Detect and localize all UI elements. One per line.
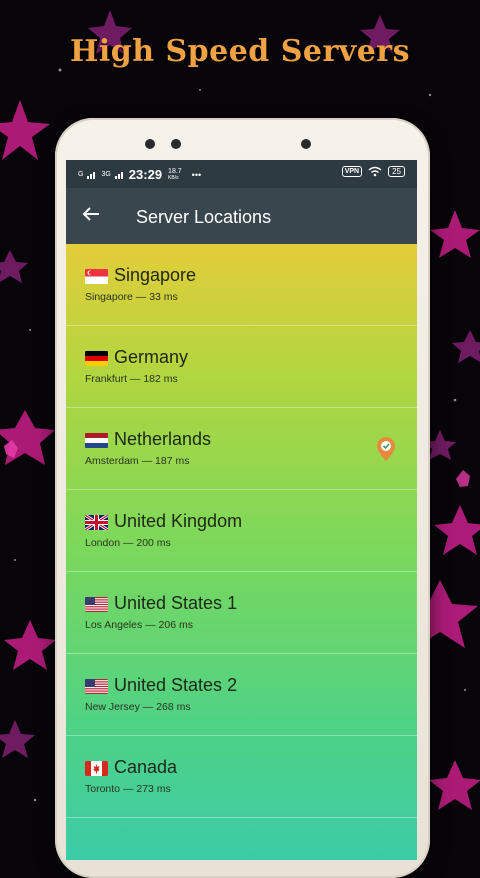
server-subtitle: London — 200 ms xyxy=(85,537,171,549)
server-subtitle: Toronto — 273 ms xyxy=(85,783,171,795)
server-item-united-states-2[interactable]: United States 2 New Jersey — 268 ms xyxy=(66,654,417,736)
us-flag-icon xyxy=(85,679,108,694)
signal-bars-icon xyxy=(114,172,123,179)
server-country: Singapore xyxy=(114,265,197,285)
server-list: Singapore Singapore — 33 ms Germany Fran… xyxy=(66,244,417,860)
page-title: Server Locations xyxy=(136,207,272,227)
net-speed-unit: KB/s xyxy=(168,174,179,181)
clock: 23:29 xyxy=(128,167,163,182)
singapore-flag-icon xyxy=(85,269,108,284)
app-bar: Server Locations xyxy=(66,188,417,244)
server-country: Canada xyxy=(114,757,178,777)
net-speed-value: 18.7 xyxy=(168,167,182,175)
server-item-united-states-1[interactable]: United States 1 Los Angeles — 206 ms xyxy=(66,572,417,654)
vpn-status-badge: VPN xyxy=(341,166,363,177)
uk-flag-icon xyxy=(85,515,108,530)
server-country: United States 1 xyxy=(114,593,238,613)
connected-location-pin-icon xyxy=(377,437,395,461)
signal-2-label: 3G xyxy=(101,171,111,178)
arrow-left-icon[interactable] xyxy=(82,202,100,228)
server-subtitle: New Jersey — 268 ms xyxy=(85,701,191,713)
battery-icon: 25 xyxy=(388,166,405,177)
server-item-germany[interactable]: Germany Frankfurt — 182 ms xyxy=(66,326,417,408)
server-subtitle: Frankfurt — 182 ms xyxy=(85,373,178,385)
front-camera xyxy=(301,139,311,149)
server-country: United Kingdom xyxy=(114,511,243,531)
server-subtitle: Singapore — 33 ms xyxy=(85,291,178,303)
sensor-dot xyxy=(171,139,181,149)
us-flag-icon xyxy=(85,597,108,612)
server-item-united-kingdom[interactable]: United Kingdom London — 200 ms xyxy=(66,490,417,572)
server-item-canada[interactable]: Canada Toronto — 273 ms xyxy=(66,736,417,818)
server-subtitle: Amsterdam — 187 ms xyxy=(85,455,190,467)
promo-headline: High Speed Servers xyxy=(70,34,410,69)
server-subtitle: Los Angeles — 206 ms xyxy=(85,619,193,631)
server-country: Netherlands xyxy=(114,429,212,449)
more-notifications-icon: ••• xyxy=(191,169,202,180)
sensor-dot xyxy=(145,139,155,149)
germany-flag-icon xyxy=(85,351,108,366)
server-country: United States 2 xyxy=(114,675,238,695)
status-bar: G 3G 23:29 18.7 KB/s ••• VPN 25 xyxy=(66,160,417,188)
server-item-singapore[interactable]: Singapore Singapore — 33 ms xyxy=(66,244,417,326)
phone-screen: G 3G 23:29 18.7 KB/s ••• VPN 25 Server L… xyxy=(66,160,417,860)
signal-1-label: G xyxy=(78,171,84,178)
canada-flag-icon xyxy=(85,761,108,776)
netherlands-flag-icon xyxy=(85,433,108,448)
wifi-icon xyxy=(368,166,382,177)
signal-bars-icon xyxy=(87,172,96,179)
server-country: Germany xyxy=(114,347,189,367)
server-item-netherlands[interactable]: Netherlands Amsterdam — 187 ms xyxy=(66,408,417,490)
